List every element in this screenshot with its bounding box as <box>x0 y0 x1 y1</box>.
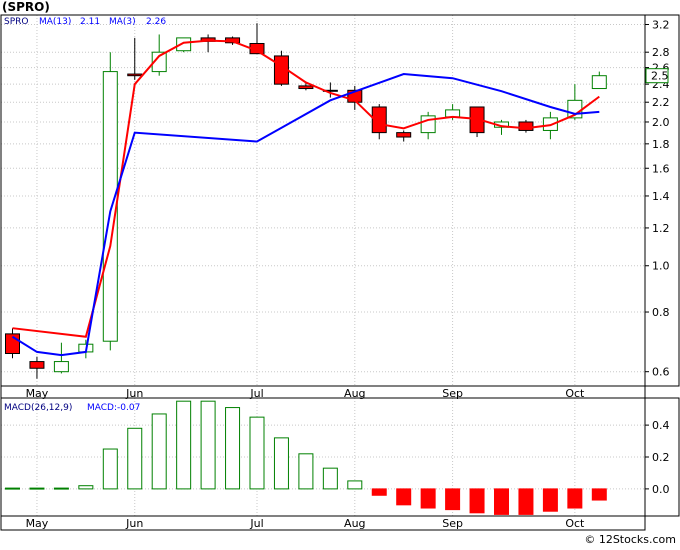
macd-y-tick-label: 0.4 <box>652 419 670 432</box>
macd-bar <box>518 488 534 515</box>
candle <box>102 52 118 351</box>
price-y-tick-label: 2.2 <box>652 96 670 109</box>
price-y-tick-label: 1.2 <box>652 222 670 235</box>
price-y-tick-label: 1.8 <box>652 138 670 151</box>
stock-chart: 0.6 0.8 1.0 1.2 1.4 1.6 1.8 2.0 2.2 2.4 2.6 2.8 3.2 … <box>0 0 680 546</box>
macd-xaxis-strip <box>0 515 646 531</box>
macd-x-tick-label: Oct <box>565 517 585 530</box>
price-y-tick-label: 1.4 <box>652 190 670 203</box>
price-x-tick-label: Aug <box>344 387 365 400</box>
chart-svg: 0.60.81.01.21.41.61.82.02.22.42.62.83.2 … <box>0 0 680 546</box>
last-price-marker: 2.5 <box>645 68 669 84</box>
legend-ma3: MA(3) <box>109 17 136 27</box>
macd-x-tick-label: May <box>26 517 49 530</box>
candle-body <box>29 361 45 369</box>
legend-ma3-value: 2.26 <box>146 17 166 27</box>
macd-bar <box>494 488 509 515</box>
candle-body <box>591 75 607 90</box>
price-y-tick-label: 2.0 <box>652 116 670 129</box>
macd-bar <box>225 407 241 490</box>
macd-bar <box>591 488 607 501</box>
macd-bar <box>151 413 167 490</box>
legend-symbol: SPRO <box>4 17 28 27</box>
macd-bar <box>347 480 363 490</box>
macd-bar <box>396 488 412 506</box>
price-y-tick-label: 2.8 <box>652 46 670 59</box>
macd-bar <box>542 488 558 512</box>
watermark: © 12Stocks.com <box>584 533 676 546</box>
macd-bar <box>102 448 118 490</box>
candle <box>518 119 534 133</box>
macd-bar <box>322 467 338 490</box>
macd-x-tick-label: Aug <box>344 517 365 530</box>
legend-ma13: MA(13) <box>39 17 71 27</box>
macd-y-tick-label: 0.2 <box>652 451 670 464</box>
macd-bar <box>127 427 143 490</box>
macd-x-tick-label: Jun <box>125 517 143 530</box>
macd-bar <box>273 437 289 490</box>
candle-body <box>445 109 461 118</box>
candle-body <box>53 361 69 373</box>
price-x-tick-label: Jul <box>249 387 263 400</box>
price-y-tick-label: 0.8 <box>652 306 670 319</box>
macd-legend-label: MACD(26,12,9) <box>4 403 72 413</box>
macd-bar <box>5 487 20 490</box>
macd-bar <box>176 400 192 490</box>
candle-body <box>127 73 143 77</box>
macd-bar <box>469 488 485 514</box>
macd-bar <box>249 416 265 490</box>
last-price-label: 2.5 <box>651 70 669 83</box>
macd-x-tick-label: Jul <box>249 517 263 530</box>
price-xaxis-strip <box>0 385 646 399</box>
price-y-tick-label: 3.2 <box>652 19 670 32</box>
price-x-tick-label: Sep <box>442 387 463 400</box>
price-x-tick-label: Oct <box>565 387 585 400</box>
macd-bar <box>29 487 45 490</box>
candle <box>469 106 485 138</box>
macd-bar <box>371 488 387 496</box>
candle-body <box>396 132 412 138</box>
price-y-tick-label: 1.6 <box>652 162 670 175</box>
price-y-tick-label: 1.0 <box>652 260 670 273</box>
macd-legend-value: MACD:-0.07 <box>87 403 140 413</box>
candle-body <box>102 71 118 342</box>
macd-bar <box>53 487 69 490</box>
price-x-tick-label: May <box>26 387 49 400</box>
macd-bar <box>445 488 461 511</box>
legend-ma13-value: 2.11 <box>80 17 100 27</box>
candle-body <box>298 85 314 90</box>
macd-x-tick-label: Sep <box>442 517 463 530</box>
macd-bar <box>298 453 314 490</box>
macd-bar <box>200 400 216 490</box>
macd-bar <box>567 488 583 509</box>
price-x-tick-label: Jun <box>125 387 143 400</box>
price-y-tick-label: 0.6 <box>652 366 670 379</box>
macd-y-tick-label: 0.0 <box>652 483 670 496</box>
macd-legend: MACD(26,12,9) MACD:-0.07 <box>4 403 140 413</box>
chart-title: (SPRO) <box>2 0 50 14</box>
macd-bar <box>78 485 94 490</box>
macd-bar <box>420 488 436 509</box>
